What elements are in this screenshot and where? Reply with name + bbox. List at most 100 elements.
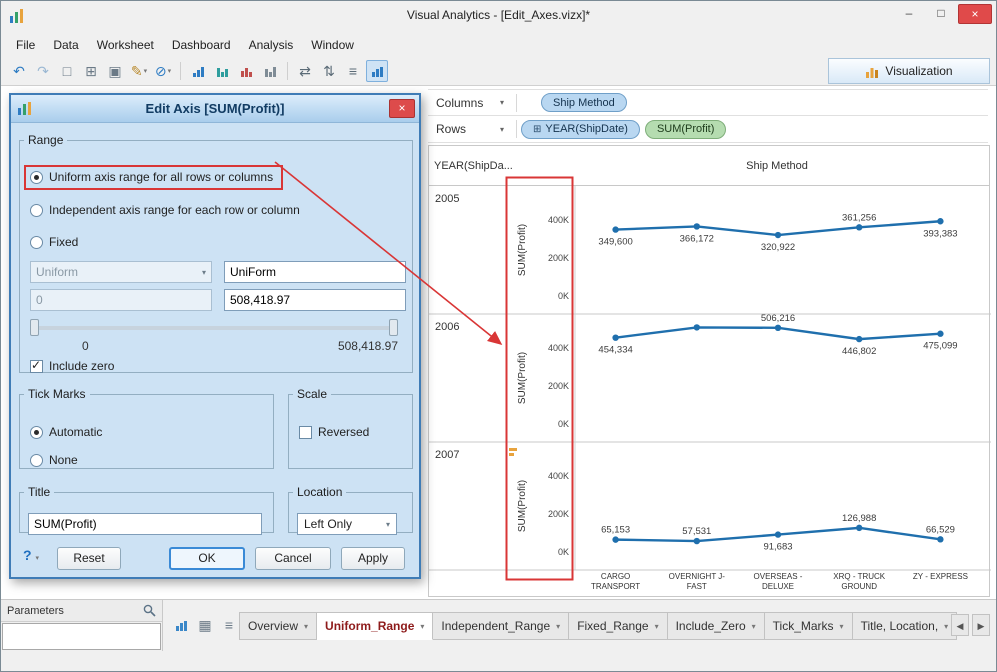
menu-window[interactable]: Window xyxy=(302,33,363,57)
data-point[interactable] xyxy=(612,226,619,233)
undo-icon[interactable]: ↶ xyxy=(8,60,30,82)
data-point[interactable] xyxy=(856,335,863,343)
row-axis-header[interactable]: YEAR(ShipDa... xyxy=(434,160,513,172)
minimize-button[interactable]: – xyxy=(894,4,924,24)
tab-menu-icon[interactable]: ▾ xyxy=(420,622,424,631)
independent-range-radio[interactable] xyxy=(30,203,43,217)
tab-menu-icon[interactable]: ▾ xyxy=(655,622,659,631)
indicator-icon[interactable] xyxy=(509,453,514,456)
field-pill-sum-profit-[interactable]: SUM(Profit) xyxy=(644,119,727,139)
include-zero-checkbox[interactable] xyxy=(30,358,43,373)
range-type-combobox[interactable]: Uniform ▾ xyxy=(30,261,212,283)
tab-tick-marks[interactable]: Tick_Marks ▾ xyxy=(764,612,853,640)
tab-title-location-[interactable]: Title, Location, ▾ xyxy=(852,612,958,640)
category-label[interactable]: ZY - EXPRESS xyxy=(900,572,981,592)
data-point[interactable] xyxy=(856,224,863,231)
bar-chart-gray-icon[interactable] xyxy=(259,60,281,82)
new-file-icon[interactable]: □ xyxy=(56,60,78,82)
dialog-close-button[interactable]: × xyxy=(389,99,415,118)
close-button[interactable]: × xyxy=(958,4,992,24)
bar-chart-red-icon[interactable] xyxy=(235,60,257,82)
add-data-icon[interactable]: ⊞ xyxy=(80,60,102,82)
category-label[interactable]: OVERNIGHT J-FAST xyxy=(656,572,737,592)
axis-name-field[interactable] xyxy=(224,261,406,283)
list-view-icon[interactable]: ≡ xyxy=(218,614,240,636)
data-point[interactable] xyxy=(774,324,782,332)
data-point[interactable] xyxy=(937,330,944,337)
row-year-label[interactable]: 2007 xyxy=(435,449,459,461)
new-sheet-icon[interactable] xyxy=(170,614,192,636)
category-label[interactable]: CARGO TRANSPORT xyxy=(575,572,656,592)
grid-view-icon[interactable]: ▦ xyxy=(194,614,216,636)
swap-axes-icon[interactable]: ⇄ xyxy=(294,60,316,82)
data-point[interactable] xyxy=(856,524,863,532)
dialog-title-bar[interactable]: Edit Axis [SUM(Profit)] × xyxy=(11,95,419,123)
data-point[interactable] xyxy=(937,536,944,543)
data-point[interactable] xyxy=(693,324,700,331)
indicator-icon[interactable] xyxy=(509,448,517,451)
reset-button[interactable]: Reset xyxy=(57,547,121,570)
tab-menu-icon[interactable]: ▾ xyxy=(840,622,844,631)
ok-button[interactable]: OK xyxy=(169,547,245,570)
bar-chart-teal-icon[interactable] xyxy=(211,60,233,82)
menu-data[interactable]: Data xyxy=(44,33,87,57)
tick-automatic-radio[interactable] xyxy=(30,425,43,439)
range-slider[interactable] xyxy=(30,319,398,337)
pause-updates-icon[interactable]: ⊘ ▾ xyxy=(152,60,174,82)
y-axis-title[interactable]: SUM(Profit) xyxy=(517,480,528,532)
tab-overview[interactable]: Overview ▾ xyxy=(239,612,318,640)
maximize-button[interactable]: □ xyxy=(926,4,956,24)
column-axis-header[interactable]: Ship Method xyxy=(575,160,979,172)
range-min-field[interactable] xyxy=(30,289,212,311)
tab-menu-icon[interactable]: ▾ xyxy=(304,622,308,631)
columns-shelf-label[interactable]: Columns xyxy=(428,96,500,110)
data-point[interactable] xyxy=(612,334,619,341)
chevron-down-icon[interactable]: ▾ xyxy=(202,268,206,277)
fixed-range-radio[interactable] xyxy=(30,235,43,249)
data-point[interactable] xyxy=(612,536,619,543)
menu-worksheet[interactable]: Worksheet xyxy=(88,33,163,57)
slider-max-handle[interactable] xyxy=(389,319,398,336)
format-icon[interactable]: ✎ ▾ xyxy=(128,60,150,82)
slider-min-handle[interactable] xyxy=(30,319,39,336)
tab-fixed-range[interactable]: Fixed_Range ▾ xyxy=(569,612,668,640)
y-axis-title[interactable]: SUM(Profit) xyxy=(517,224,528,276)
tick-none-radio[interactable] xyxy=(30,453,43,467)
sort-values-icon[interactable]: ⇅ xyxy=(318,60,340,82)
row-year-label[interactable]: 2005 xyxy=(435,193,459,205)
menu-dashboard[interactable]: Dashboard xyxy=(163,33,240,57)
tabs-next-icon[interactable]: ▶ xyxy=(972,614,990,636)
tab-include-zero[interactable]: Include_Zero ▾ xyxy=(667,612,765,640)
bar-chart-blue-icon[interactable] xyxy=(187,60,209,82)
data-point[interactable] xyxy=(693,537,700,545)
search-icon[interactable] xyxy=(143,604,156,617)
row-year-label[interactable]: 2006 xyxy=(435,321,459,333)
slider-track[interactable] xyxy=(30,326,398,330)
tab-menu-icon[interactable]: ▾ xyxy=(752,622,756,631)
reversed-checkbox[interactable] xyxy=(299,425,312,439)
data-point[interactable] xyxy=(774,531,782,538)
data-point[interactable] xyxy=(774,231,782,239)
parameters-input[interactable] xyxy=(2,623,161,650)
chevron-down-icon[interactable]: ▾ xyxy=(500,125,516,134)
dropdown-caret-icon[interactable]: ▾ xyxy=(168,67,172,75)
visualization-tab[interactable]: Visualization xyxy=(828,58,990,84)
expand-icon[interactable]: ⊞ xyxy=(533,124,541,135)
tabs-prev-icon[interactable]: ◀ xyxy=(951,614,969,636)
chevron-down-icon[interactable]: ▾ xyxy=(386,520,390,529)
tab-uniform-range[interactable]: Uniform_Range ▾ xyxy=(317,612,434,640)
data-point[interactable] xyxy=(937,218,944,225)
field-pill-ship-method[interactable]: Ship Method xyxy=(541,93,627,112)
chevron-down-icon[interactable]: ▾ xyxy=(500,98,516,107)
menu-analysis[interactable]: Analysis xyxy=(240,33,303,57)
tab-menu-icon[interactable]: ▾ xyxy=(556,622,560,631)
grid-lines-icon[interactable]: ≡ xyxy=(342,60,364,82)
data-point[interactable] xyxy=(693,223,700,230)
rows-shelf-label[interactable]: Rows xyxy=(428,122,500,136)
show-axes-icon[interactable] xyxy=(366,60,388,82)
y-axis-title[interactable]: SUM(Profit) xyxy=(517,352,528,404)
uniform-range-radio[interactable] xyxy=(30,170,43,184)
dropdown-caret-icon[interactable]: ▾ xyxy=(144,67,148,75)
category-label[interactable]: OVERSEAS - DELUXE xyxy=(737,572,818,592)
cancel-button[interactable]: Cancel xyxy=(255,547,331,570)
